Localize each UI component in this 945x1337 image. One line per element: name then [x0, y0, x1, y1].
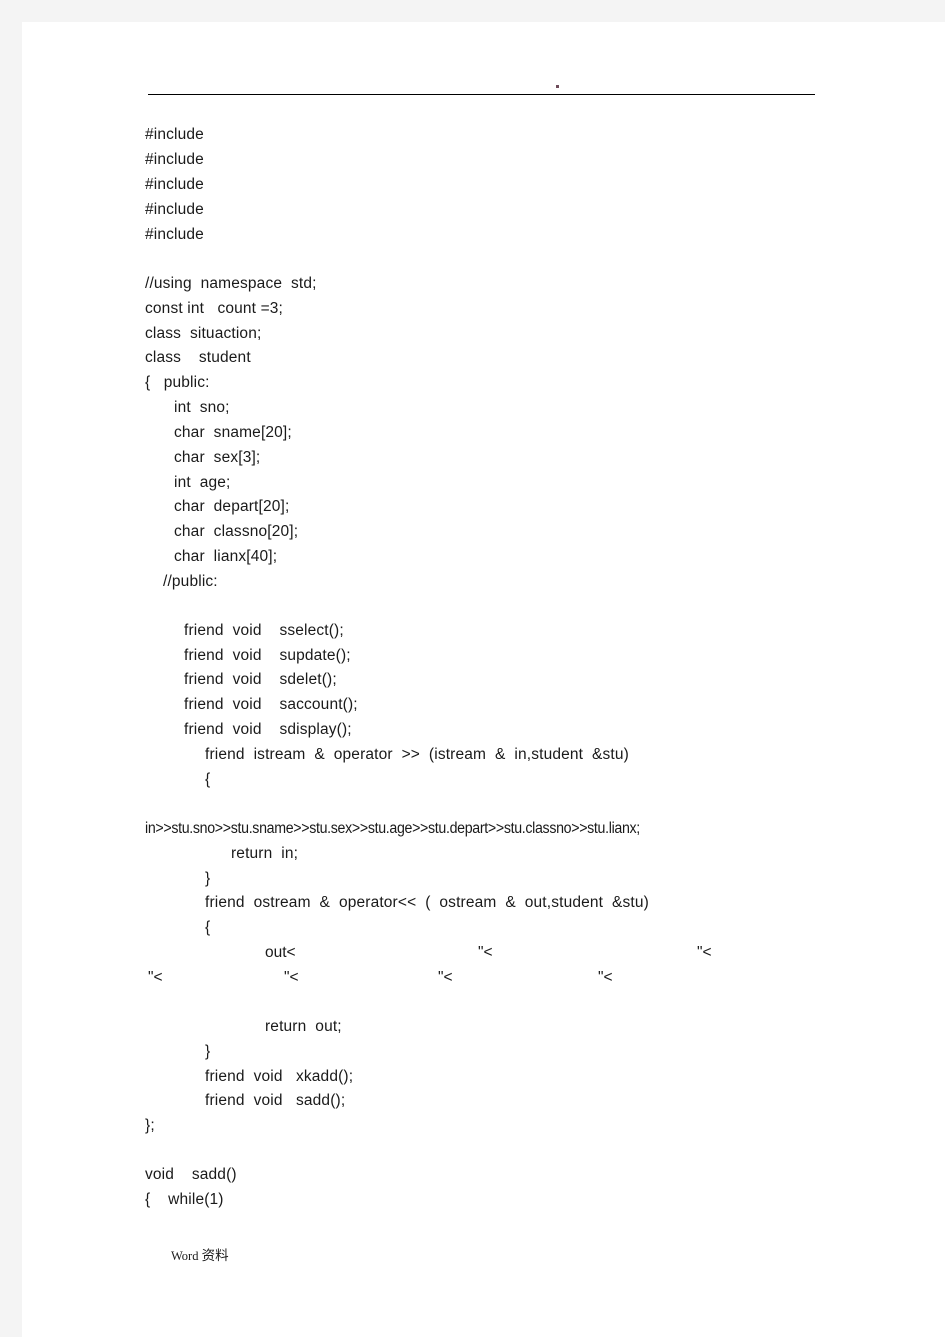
code-fragment-token: out<: [265, 944, 296, 961]
code-line: #include: [145, 201, 204, 218]
code-line: void sadd(): [145, 1166, 237, 1183]
code-line: friend void saccount();: [184, 696, 358, 713]
code-line: }: [205, 1043, 211, 1060]
code-listing: #include #include #include #include #include…: [0, 0, 945, 1337]
code-line: friend void sselect();: [184, 622, 344, 639]
code-fragment-token: "<: [478, 944, 493, 961]
code-line: }: [205, 870, 211, 887]
footer-cjk-label: 资料: [201, 1248, 229, 1264]
code-line: class situaction;: [145, 325, 262, 342]
code-line: int sno;: [174, 399, 230, 416]
code-fragment-token: "<: [697, 944, 712, 961]
code-line: friend istream & operator >> (istream & …: [205, 746, 629, 763]
code-line: { public:: [145, 374, 210, 391]
code-fragment-token: "<: [598, 969, 613, 986]
code-line: //public:: [163, 573, 218, 590]
code-line: friend void supdate();: [184, 647, 351, 664]
code-line: #include: [145, 151, 204, 168]
code-line: //using namespace std;: [145, 275, 317, 292]
code-line: friend void sdelet();: [184, 671, 337, 688]
code-line: #include: [145, 226, 204, 243]
code-line: { while(1): [145, 1191, 224, 1208]
code-line: char lianx[40];: [174, 548, 278, 565]
code-fragment-token: "<: [148, 969, 163, 986]
code-line: friend ostream & operator<< ( ostream & …: [205, 894, 649, 911]
code-line: char sex[3];: [174, 449, 261, 466]
footer-label: Word: [171, 1249, 199, 1263]
code-line: char sname[20];: [174, 424, 292, 441]
code-line: int age;: [174, 474, 231, 491]
code-line: };: [145, 1117, 155, 1134]
code-line-stream-extraction: in>>stu.sno>>stu.sname>>stu.sex>>stu.age…: [145, 820, 640, 837]
page-footer: Word 资料: [171, 1248, 229, 1264]
code-line: return in;: [231, 845, 299, 862]
code-fragment-token: "<: [284, 969, 299, 986]
code-line: {: [205, 919, 211, 936]
code-line: const int count =3;: [145, 300, 283, 317]
code-fragment-token: "<: [438, 969, 453, 986]
code-line: friend void sdisplay();: [184, 721, 352, 738]
code-line: friend void sadd();: [205, 1092, 346, 1109]
code-line: class student: [145, 349, 251, 366]
code-line: #include: [145, 176, 204, 193]
code-line: friend void xkadd();: [205, 1068, 354, 1085]
code-line: return out;: [265, 1018, 342, 1035]
code-line: char depart[20];: [174, 498, 290, 515]
code-line: char classno[20];: [174, 523, 299, 540]
code-line: #include: [145, 126, 204, 143]
code-line: {: [205, 771, 211, 788]
